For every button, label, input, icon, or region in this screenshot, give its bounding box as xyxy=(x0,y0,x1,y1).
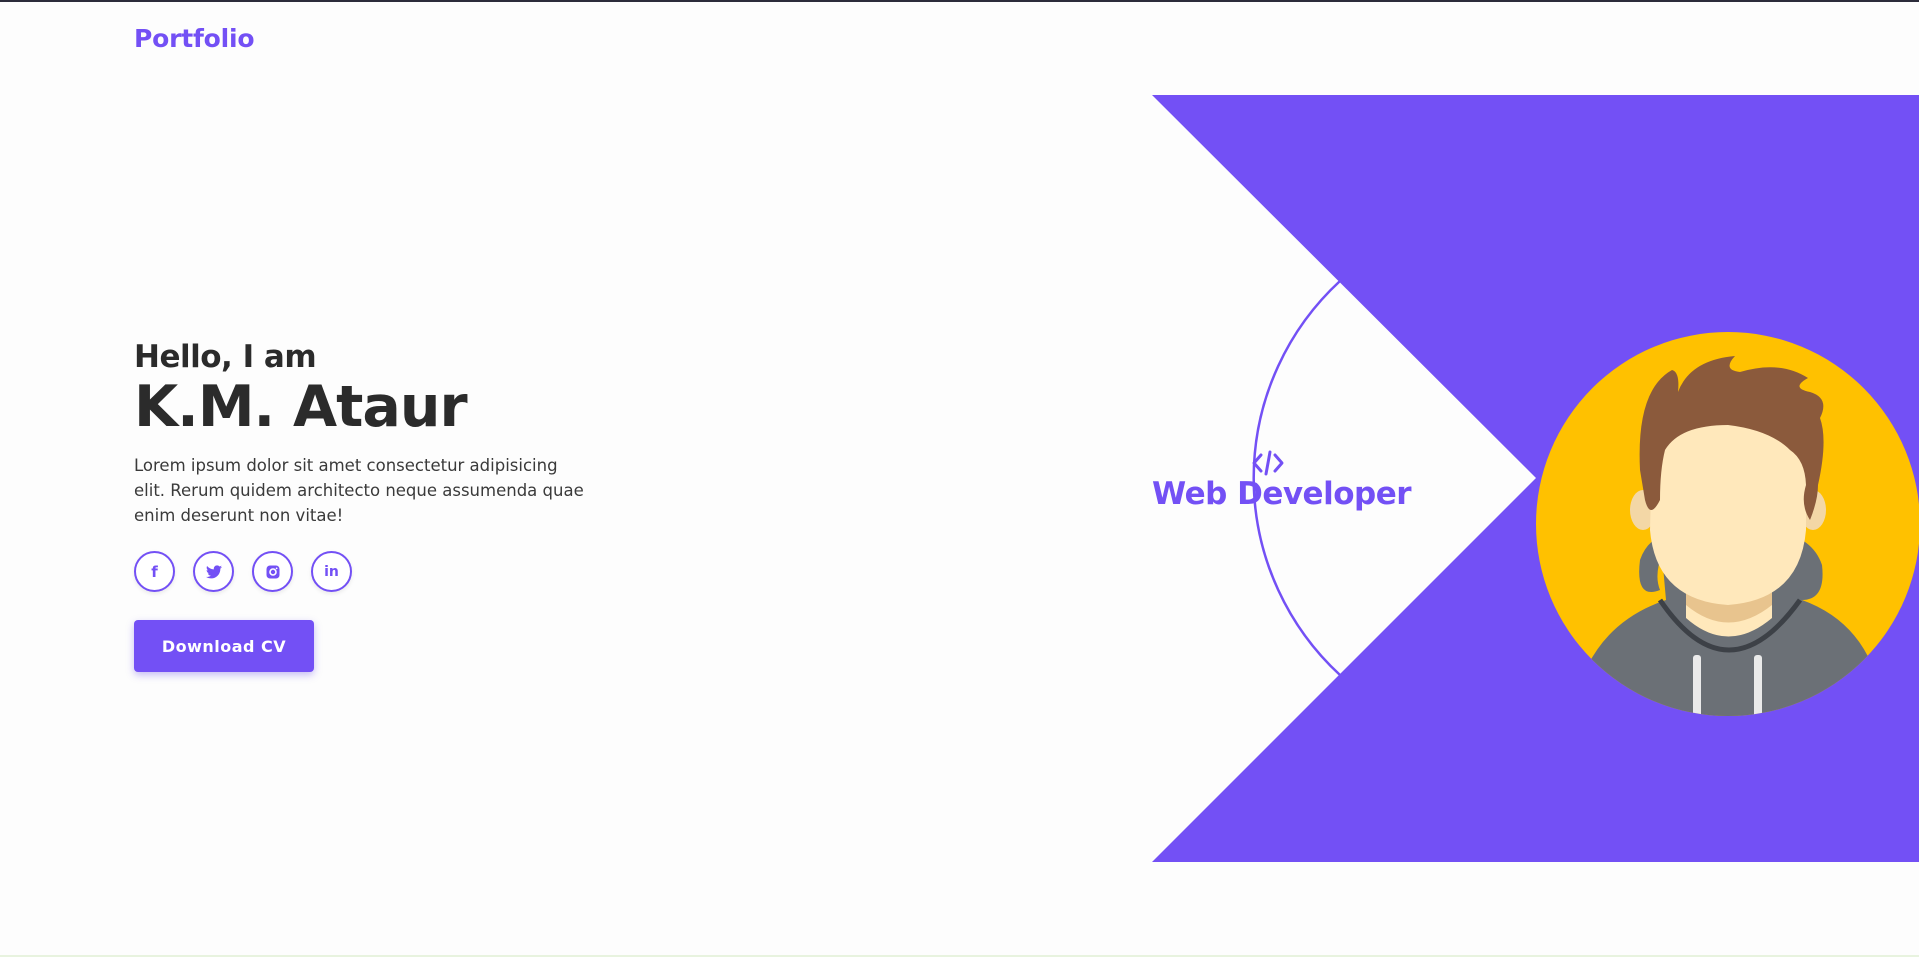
intro-paragraph: Lorem ipsum dolor sit amet consectetur a… xyxy=(134,456,584,526)
greeting-text: Hello, I am xyxy=(134,339,317,375)
social-links: f in xyxy=(134,551,594,593)
instagram-icon xyxy=(266,565,280,579)
top-border xyxy=(0,0,1919,2)
facebook-icon: f xyxy=(151,562,158,581)
linkedin-link[interactable]: in xyxy=(311,551,352,593)
facebook-link[interactable]: f xyxy=(134,551,175,593)
twitter-icon xyxy=(205,565,222,579)
hero-name: K.M. Ataur xyxy=(134,373,468,440)
hero-intro: Hello, I am K.M. Ataur Lorem ipsum dolor… xyxy=(134,339,594,673)
brand-logo[interactable]: Portfolio xyxy=(134,24,255,53)
twitter-link[interactable] xyxy=(193,551,234,593)
download-cv-button[interactable]: Download CV xyxy=(134,620,314,673)
role-title: Web Developer xyxy=(1152,476,1412,512)
developer-avatar-icon xyxy=(1536,332,1919,716)
linkedin-icon: in xyxy=(324,563,339,580)
instagram-link[interactable] xyxy=(252,551,293,593)
